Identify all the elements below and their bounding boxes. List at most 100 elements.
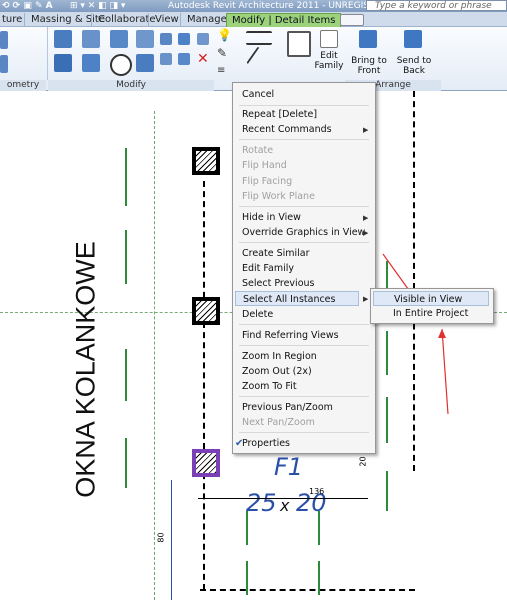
cut-icon[interactable] — [0, 55, 8, 73]
tag-size-left: 25 — [246, 489, 277, 517]
check-icon: ✔ — [235, 438, 244, 449]
bring-to-front-button[interactable]: Bring to Front — [348, 56, 390, 76]
move-icon[interactable] — [54, 54, 72, 72]
menu-item-properties[interactable]: ✔ Properties — [235, 436, 291, 451]
send-to-back-button[interactable]: Send to Back — [393, 56, 435, 76]
send-to-back-icon[interactable] — [404, 30, 422, 48]
offset-icon[interactable] — [82, 30, 100, 48]
menu-item-delete[interactable]: Delete — [242, 307, 273, 322]
menu-item-edit-family[interactable]: Edit Family — [242, 261, 294, 276]
align-icon[interactable] — [54, 30, 72, 48]
detail-line — [125, 148, 127, 206]
menu-item-cancel[interactable]: Cancel — [242, 87, 274, 102]
menu-item-hide-in-view[interactable]: Hide in View — [242, 210, 301, 225]
create-group-icon[interactable] — [287, 31, 311, 57]
rotate-icon[interactable] — [110, 54, 132, 76]
dimension-icon[interactable] — [246, 46, 276, 76]
detail-line — [125, 438, 127, 488]
paintbrush-icon[interactable]: ✎ — [217, 47, 227, 59]
tab-view[interactable]: View — [148, 13, 179, 26]
tab-collaborate[interactable]: Collaborate — [91, 13, 156, 26]
submenu-item-in-entire-project[interactable]: In Entire Project — [393, 306, 468, 321]
wall-outline — [203, 181, 205, 590]
title-bar: ⟲ ⟳ ▣ ✎ A ⊞ ▾ ✕ ◧ ◨ ▾ Autodesk Revit Arc… — [0, 0, 507, 12]
menu-item-find-referring-views[interactable]: Find Referring Views — [242, 328, 339, 343]
menu-item-repeat-delete[interactable]: Repeat [Delete] — [242, 107, 317, 122]
measure-icon[interactable] — [246, 31, 272, 45]
delete-icon[interactable]: ✕ — [197, 52, 209, 66]
tag-name: F1 — [274, 453, 304, 481]
menu-gutter — [233, 83, 238, 453]
annotation-arrows — [382, 253, 449, 415]
submenu-arrow-icon: ▶ — [363, 126, 369, 134]
edit-family-button[interactable]: Edit Family — [312, 51, 346, 71]
menu-item-select-previous[interactable]: Select Previous — [242, 276, 314, 291]
menu-item-zoom-out[interactable]: Zoom Out (2x) — [242, 364, 312, 379]
window-detail-symbol-selected[interactable] — [192, 449, 220, 477]
detail-line — [318, 561, 320, 595]
trim-icon[interactable] — [136, 54, 154, 72]
menu-separator — [239, 432, 369, 433]
split-icon[interactable] — [160, 33, 172, 45]
submenu-arrow-icon: ▶ — [363, 295, 369, 303]
dimension-line-vertical — [171, 480, 172, 600]
edit-family-icon[interactable] — [320, 30, 338, 48]
menu-item-flip-facing: Flip Facing — [242, 176, 293, 187]
wall-outline — [200, 589, 415, 591]
menu-separator — [239, 396, 369, 397]
search-input[interactable]: Type a keyword or phrase — [366, 0, 507, 11]
submenu-item-visible-in-view[interactable]: Visible in View — [373, 291, 489, 306]
menu-item-zoom-to-fit[interactable]: Zoom To Fit — [242, 379, 297, 394]
menu-separator — [239, 206, 369, 207]
quick-access-tools[interactable]: ⊞ ▾ ✕ ◧ ◨ ▾ — [70, 0, 125, 12]
menu-item-override-graphics[interactable]: Override Graphics in View — [242, 225, 365, 240]
tab-manage[interactable]: Manage — [180, 13, 227, 26]
submenu-arrow-icon: ▶ — [363, 214, 369, 222]
dimension-value-136: 136 — [309, 487, 325, 496]
menu-item-previous-pan-zoom[interactable]: Previous Pan/Zoom — [242, 400, 333, 415]
reference-line-vertical — [154, 111, 155, 600]
menu-item-flip-work-plane: Flip Work Plane — [242, 191, 315, 202]
window-detail-symbol[interactable] — [192, 147, 220, 175]
tab-dropdown-button[interactable] — [340, 14, 364, 26]
menu-item-rotate: Rotate — [242, 145, 274, 156]
quick-access-icons[interactable]: ⟲ ⟳ ▣ ✎ A — [2, 0, 53, 12]
dimension-line — [198, 498, 368, 499]
array-icon[interactable] — [160, 53, 172, 65]
menu-item-properties-label: Properties — [242, 438, 291, 449]
scale-icon[interactable] — [178, 33, 190, 45]
menu-item-create-similar[interactable]: Create Similar — [242, 246, 310, 261]
paste-icon[interactable] — [0, 31, 8, 49]
panel-label-geometry: ometry — [0, 80, 46, 91]
linework-icon[interactable]: ≡ — [217, 65, 227, 77]
tab-architecture[interactable]: ture — [2, 13, 22, 26]
panel-divider — [47, 27, 48, 80]
mirror-draw-icon[interactable] — [136, 30, 154, 48]
window-detail-symbol[interactable] — [192, 297, 220, 325]
dimension-value-20: 20 — [358, 456, 368, 467]
detail-line — [386, 471, 388, 511]
menu-separator — [239, 242, 369, 243]
select-all-instances-submenu: Visible in View In Entire Project — [370, 288, 494, 324]
menu-separator — [239, 105, 369, 106]
menu-separator — [239, 345, 369, 346]
lightbulb-icon[interactable]: 💡 — [217, 29, 232, 41]
vertical-label: OKNA KOLANKOWE — [70, 241, 101, 498]
menu-item-flip-hand: Flip Hand — [242, 160, 287, 171]
unpin-icon[interactable] — [178, 53, 190, 65]
detail-line — [125, 230, 127, 284]
menu-item-zoom-in-region[interactable]: Zoom In Region — [242, 349, 317, 364]
ribbon-tab-row: ture Massing & Site Collaborate View Man… — [0, 12, 507, 27]
mirror-axis-icon[interactable] — [110, 30, 128, 48]
menu-item-select-all-instances[interactable]: Select All Instances — [235, 291, 359, 306]
menu-item-recent-commands[interactable]: Recent Commands — [242, 122, 332, 137]
menu-separator — [239, 139, 369, 140]
detail-line — [246, 561, 248, 595]
pin-icon[interactable] — [197, 33, 209, 45]
bring-to-front-icon[interactable] — [359, 30, 377, 48]
tab-modify-detail-items[interactable]: Modify | Detail Items — [226, 13, 342, 27]
panel-label-modify: Modify — [48, 80, 214, 91]
detail-line — [125, 349, 127, 401]
context-menu: Cancel Repeat [Delete] Recent Commands ▶… — [232, 82, 376, 454]
copy-icon[interactable] — [82, 54, 100, 72]
